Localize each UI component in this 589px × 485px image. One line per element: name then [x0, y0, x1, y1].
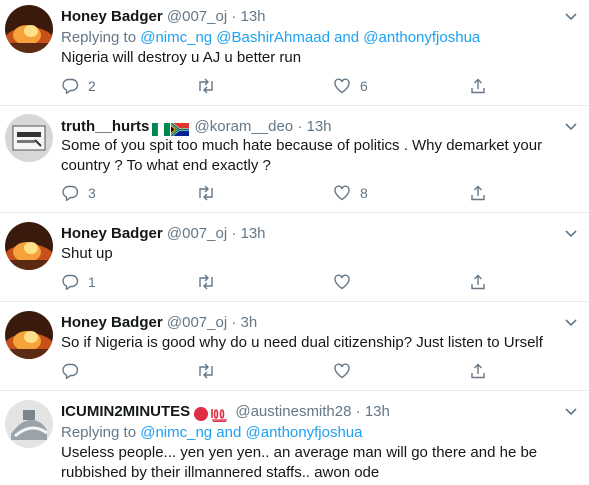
tweet[interactable]: Honey Badger @007_oj · 3h So if Nigeria …	[0, 302, 589, 391]
tweet-header: Honey Badger @007_oj · 13h	[61, 224, 266, 244]
timestamp[interactable]: 13h	[365, 403, 390, 420]
user-handle[interactable]: @007_oj	[167, 225, 227, 242]
reply-button[interactable]: 1	[61, 272, 96, 292]
tweet-actions: 1	[61, 272, 581, 292]
like-button[interactable]	[333, 361, 360, 381]
reply-button[interactable]: 3	[61, 183, 96, 203]
avatar[interactable]	[5, 114, 53, 162]
tweet-header: Honey Badger @007_oj · 3h	[61, 313, 257, 333]
heart-icon	[333, 184, 351, 202]
retweet-button[interactable]	[196, 76, 225, 96]
hundred-points-icon	[211, 409, 228, 423]
display-name[interactable]: Honey Badger	[61, 314, 163, 331]
tweet[interactable]: truth__hurts @koram__deo · 13h Some of y…	[0, 106, 589, 213]
tweet[interactable]: ICUMIN2MINUTES @austinesmith28 · 13h Rep…	[0, 391, 589, 485]
user-handle[interactable]: @007_oj	[167, 8, 227, 25]
separator-dot: ·	[231, 225, 237, 242]
timestamp[interactable]: 13h	[241, 8, 266, 25]
tweet-actions	[61, 361, 581, 381]
separator-dot: ·	[297, 118, 303, 135]
chevron-down-icon[interactable]	[563, 118, 579, 134]
share-button[interactable]	[469, 361, 487, 381]
replying-to: Replying to @nimc_ng and @anthonyfjoshua	[61, 423, 362, 443]
user-handle[interactable]: @koram__deo	[195, 118, 294, 135]
replying-to-mentions[interactable]: @nimc_ng @BashirAhmaad and @anthonyfjosh…	[140, 29, 480, 46]
tweet-actions: 3 8	[61, 183, 581, 203]
share-button[interactable]	[469, 76, 487, 96]
like-count: 8	[360, 185, 368, 201]
tweet-actions: 2 6	[61, 76, 581, 96]
display-name[interactable]: Honey Badger	[61, 225, 163, 242]
timestamp[interactable]: 13h	[306, 118, 331, 135]
like-button[interactable]	[333, 272, 360, 292]
chevron-down-icon[interactable]	[563, 225, 579, 241]
share-button[interactable]	[469, 183, 487, 203]
share-button[interactable]	[469, 272, 487, 292]
like-count: 6	[360, 78, 368, 94]
retweet-button[interactable]	[196, 361, 225, 381]
retweet-icon	[196, 77, 216, 95]
name-emojis	[193, 404, 231, 424]
tweet-text: Some of you spit too much hate because o…	[61, 137, 543, 174]
reply-button[interactable]: 2	[61, 76, 96, 96]
retweet-icon	[196, 273, 216, 291]
chevron-down-icon[interactable]	[563, 403, 579, 419]
tweet[interactable]: Honey Badger @007_oj · 13h Replying to @…	[0, 0, 589, 106]
replying-to-mentions[interactable]: @nimc_ng and @anthonyfjoshua	[140, 424, 362, 441]
user-handle[interactable]: @007_oj	[167, 314, 227, 331]
replying-to-label: Replying to	[61, 424, 137, 441]
like-button[interactable]: 6	[333, 76, 368, 96]
reply-icon	[61, 184, 79, 202]
tweet[interactable]: Honey Badger @007_oj · 13h Shut up 1	[0, 213, 589, 302]
avatar[interactable]	[5, 400, 53, 448]
share-icon	[469, 362, 487, 380]
tweet-text: So if Nigeria is good why do u need dual…	[61, 334, 543, 351]
tweet-text: Shut up	[61, 245, 113, 262]
reply-icon	[61, 273, 79, 291]
heart-icon	[333, 362, 351, 380]
display-name[interactable]: Honey Badger	[61, 8, 163, 25]
display-name[interactable]: truth__hurts	[61, 118, 149, 135]
heart-icon	[333, 77, 351, 95]
heart-icon	[333, 273, 351, 291]
display-name[interactable]: ICUMIN2MINUTES	[61, 403, 190, 420]
avatar[interactable]	[5, 222, 53, 270]
reply-count: 3	[88, 185, 96, 201]
timestamp[interactable]: 13h	[241, 225, 266, 242]
separator-dot: ·	[355, 403, 361, 420]
south-africa-flag-icon	[170, 121, 190, 137]
replying-to-label: Replying to	[61, 29, 137, 46]
reply-button[interactable]	[61, 361, 88, 381]
tweet-text: Nigeria will destroy u AJ u better run	[61, 49, 302, 66]
chevron-down-icon[interactable]	[563, 8, 579, 24]
retweet-button[interactable]	[196, 183, 225, 203]
share-icon	[469, 77, 487, 95]
retweet-button[interactable]	[196, 272, 225, 292]
chevron-down-icon[interactable]	[563, 314, 579, 330]
avatar[interactable]	[5, 5, 53, 53]
share-icon	[469, 273, 487, 291]
retweet-icon	[196, 184, 216, 202]
tweet-header: Honey Badger @007_oj · 13h	[61, 7, 266, 27]
tweet-text: Useless people... yen yen yen.. an avera…	[61, 444, 538, 481]
separator-dot: ·	[231, 314, 237, 331]
separator-dot: ·	[231, 8, 237, 25]
reply-count: 2	[88, 78, 96, 94]
timestamp[interactable]: 3h	[241, 314, 258, 331]
reply-count: 1	[88, 274, 96, 290]
reply-icon	[61, 362, 79, 380]
share-icon	[469, 184, 487, 202]
retweet-icon	[196, 362, 216, 380]
red-circle-icon	[194, 407, 209, 422]
tweet-header: ICUMIN2MINUTES @austinesmith28 · 13h	[61, 402, 390, 424]
user-handle[interactable]: @austinesmith28	[235, 403, 351, 420]
replying-to: Replying to @nimc_ng @BashirAhmaad and @…	[61, 28, 480, 48]
reply-icon	[61, 77, 79, 95]
nigeria-flag-icon	[152, 122, 171, 136]
like-button[interactable]: 8	[333, 183, 368, 203]
avatar[interactable]	[5, 311, 53, 359]
